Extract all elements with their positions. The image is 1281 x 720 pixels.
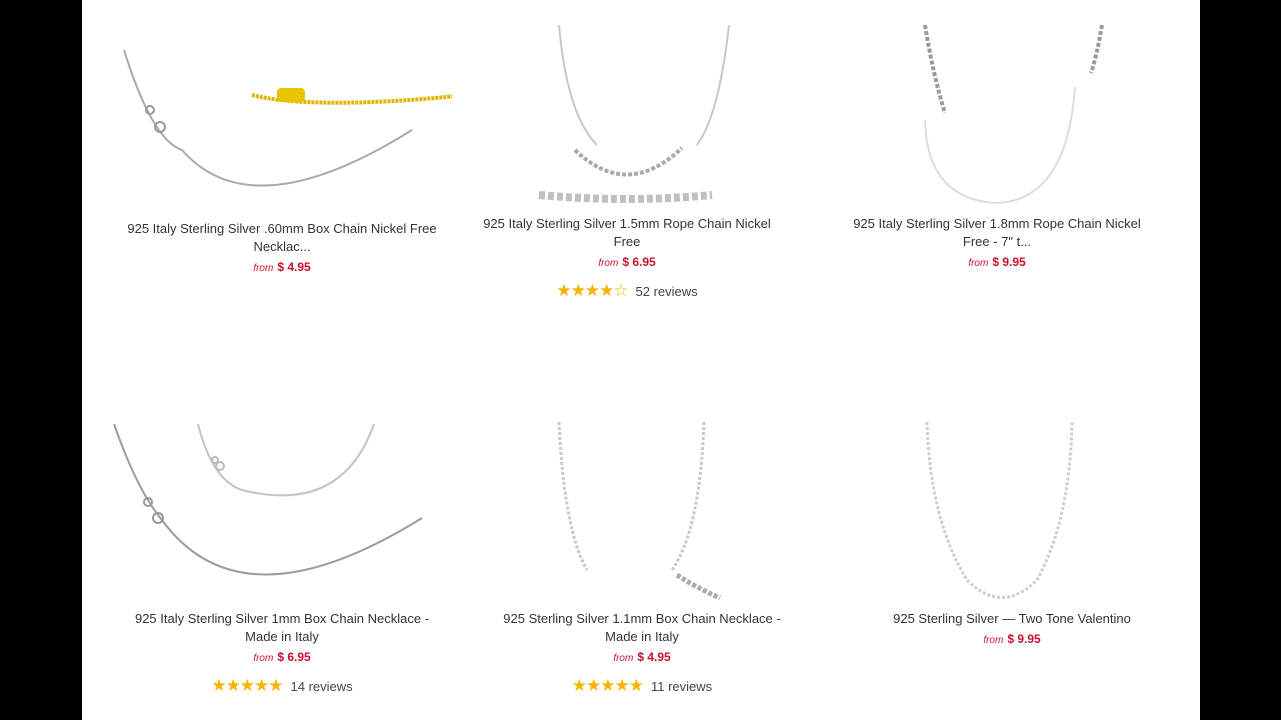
star-rating-icon: ★★★★★ [571,676,644,695]
rating[interactable]: ★★★★☆ 52 reviews [457,281,797,301]
product-card[interactable]: 925 Sterling Silver 1.1mm Box Chain Neck… [472,420,812,696]
product-card[interactable]: 925 Italy Sterling Silver 1.5mm Rope Cha… [457,25,797,301]
price-row: from $ 6.95 [457,255,797,269]
product-image[interactable] [472,420,812,610]
product-image[interactable] [827,25,1167,215]
from-label: from [968,258,989,269]
price: $ 6.95 [277,650,311,664]
review-count[interactable]: 52 reviews [636,284,698,299]
product-image[interactable] [112,30,452,220]
price-row: from $ 9.95 [827,255,1167,269]
star-rating-icon: ★★★★★ [211,676,283,695]
product-card[interactable]: 925 Italy Sterling Silver .60mm Box Chai… [112,30,452,274]
price: $ 6.95 [622,255,656,269]
product-title[interactable]: 925 Italy Sterling Silver 1.8mm Rope Cha… [842,215,1152,251]
from-label: from [253,653,274,664]
product-card[interactable]: 925 Italy Sterling Silver 1.8mm Rope Cha… [827,25,1167,269]
product-card[interactable]: 925 Italy Sterling Silver 1mm Box Chain … [112,420,452,696]
rating[interactable]: ★★★★★ 14 reviews [112,676,452,696]
product-image[interactable] [112,420,452,610]
from-label: from [983,635,1004,646]
price-row: from $ 9.95 [842,632,1182,646]
price: $ 4.95 [637,650,671,664]
price-row: from $ 4.95 [472,650,812,664]
price: $ 4.95 [277,260,311,274]
product-title[interactable]: 925 Sterling Silver — Two Tone Valentino [857,610,1167,628]
from-label: from [613,653,634,664]
from-label: from [598,258,619,269]
review-count[interactable]: 14 reviews [291,679,353,694]
price: $ 9.95 [1007,632,1041,646]
rating[interactable]: ★★★★★ 11 reviews [472,676,812,696]
product-title[interactable]: 925 Italy Sterling Silver 1.5mm Rope Cha… [472,215,782,251]
product-image[interactable] [842,420,1182,610]
from-label: from [253,263,274,274]
price-row: from $ 6.95 [112,650,452,664]
review-count[interactable]: 11 reviews [651,679,712,694]
product-title[interactable]: 925 Italy Sterling Silver .60mm Box Chai… [127,220,437,256]
product-image[interactable] [457,25,797,215]
product-title[interactable]: 925 Italy Sterling Silver 1mm Box Chain … [127,610,437,646]
product-title[interactable]: 925 Sterling Silver 1.1mm Box Chain Neck… [487,610,797,646]
product-grid-page: 925 Italy Sterling Silver .60mm Box Chai… [82,0,1200,720]
product-card[interactable]: 925 Sterling Silver — Two Tone Valentino… [842,420,1182,646]
price-row: from $ 4.95 [112,260,452,274]
star-rating-icon: ★★★★☆ [556,281,628,300]
price: $ 9.95 [992,255,1026,269]
